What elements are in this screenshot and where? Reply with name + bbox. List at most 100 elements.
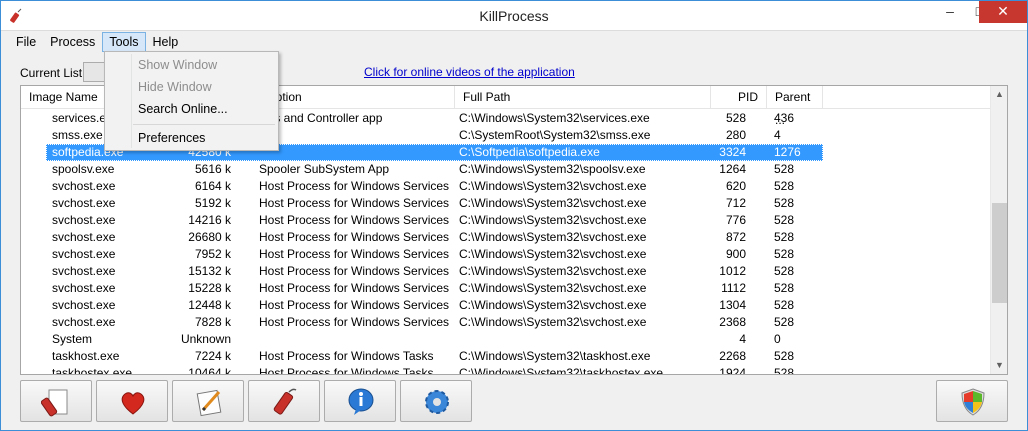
cell-parent: 528 — [774, 315, 795, 329]
cell-parent: 528 — [774, 366, 795, 375]
favorites-button[interactable] — [96, 380, 168, 422]
cell-pid: 4 — [739, 332, 746, 346]
cell-full-path: C:\Windows\System32\svchost.exe — [459, 230, 647, 244]
kill-button[interactable] — [248, 380, 320, 422]
menu-item-preferences[interactable]: Preferences — [138, 131, 205, 145]
scroll-thumb[interactable] — [992, 203, 1007, 303]
table-row[interactable]: svchost.exe 6164 k Host Process for Window… — [21, 178, 991, 195]
cell-memory: Unknown — [180, 332, 231, 346]
tools-menu-dropdown: Show Window Hide Window Search Online...… — [104, 51, 279, 151]
menu-tools[interactable]: Tools — [102, 32, 146, 52]
edit-list-button[interactable] — [172, 380, 244, 422]
cell-description: Host Process for Windows Services — [259, 298, 450, 312]
gear-icon — [425, 390, 449, 414]
menu-separator — [133, 124, 275, 125]
admin-button[interactable] — [936, 380, 1008, 422]
settings-button[interactable] — [400, 380, 472, 422]
table-row[interactable]: svchost.exe 15132 k Host Process for Windo… — [21, 263, 991, 280]
cell-description: Host Process for Windows Services — [259, 264, 450, 278]
cell-pid: 2268 — [719, 349, 746, 363]
cell-description: Host Process for Windows Services — [259, 315, 450, 329]
cell-pid: 1112 — [721, 281, 746, 295]
cell-description: Host Process for Windows Tasks — [259, 349, 434, 363]
notepad-pen-icon — [196, 389, 222, 417]
cell-description: Spooler SubSystem App — [259, 162, 390, 176]
menu-process[interactable]: Process — [43, 32, 102, 52]
table-row[interactable]: taskhostex.exe 10464 k Host Process for Wi… — [21, 365, 991, 375]
menu-help[interactable]: Help — [146, 32, 186, 52]
cell-pid: 620 — [725, 179, 746, 193]
table-row[interactable]: svchost.exe 12448 k Host Process for Windo… — [21, 297, 991, 314]
heart-icon — [121, 392, 145, 415]
online-videos-link[interactable]: Click for online videos of the applicati… — [364, 65, 575, 79]
cell-full-path: C:\Windows\System32\svchost.exe — [459, 264, 647, 278]
cell-full-path: C:\Windows\System32\svchost.exe — [459, 179, 647, 193]
cell-memory: 5192 k — [194, 196, 231, 210]
table-row[interactable]: svchost.exe 7952 k Host Process for Window… — [21, 246, 991, 263]
cell-description: Host Process for Windows Services — [259, 281, 450, 295]
scroll-up-button[interactable]: ▲ — [991, 86, 1007, 103]
current-list-label: Current List: — [20, 66, 86, 80]
cell-pid: 1924 — [719, 366, 746, 375]
cell-description: Host Process for Windows Tasks — [259, 366, 434, 375]
cell-full-path: C:\SystemRoot\System32\smss.exe — [459, 128, 651, 142]
cell-memory: 10464 k — [188, 366, 231, 375]
column-full-path[interactable]: Full Path — [455, 86, 711, 109]
cell-full-path: C:\Windows\System32\svchost.exe — [459, 315, 647, 329]
cell-full-path: C:\Windows\System32\svchost.exe — [459, 298, 647, 312]
column-parent[interactable]: Parent ... — [767, 86, 823, 127]
cell-description: Host Process for Windows Services — [259, 179, 450, 193]
cell-pid: 900 — [725, 247, 746, 261]
cell-pid: 1304 — [719, 298, 746, 312]
cell-parent: 528 — [774, 230, 795, 244]
cell-full-path: C:\Windows\System32\services.exe — [459, 111, 650, 125]
minimize-button[interactable]: – — [935, 1, 965, 23]
cell-full-path: C:\Windows\System32\svchost.exe — [459, 213, 647, 227]
info-icon — [348, 388, 374, 415]
cell-pid: 872 — [725, 230, 746, 244]
cell-full-path: C:\Windows\System32\taskhostex.exe — [459, 366, 664, 375]
cell-parent: 528 — [774, 247, 795, 261]
cell-full-path: C:\Windows\System32\spoolsv.exe — [459, 162, 646, 176]
cell-parent: 1276 — [774, 145, 801, 159]
cell-description: Host Process for Windows Services — [259, 196, 450, 210]
dynamite-icon — [273, 388, 297, 415]
shield-icon — [961, 388, 985, 416]
cell-parent: 528 — [774, 349, 795, 363]
about-button[interactable] — [324, 380, 396, 422]
table-row[interactable]: taskhost.exe 7224 k Host Process for Windo… — [21, 348, 991, 365]
close-button[interactable]: ✕ — [979, 1, 1027, 23]
menu-item-search-online[interactable]: Search Online... — [138, 102, 228, 116]
cell-memory: 26680 k — [188, 230, 231, 244]
menu-gutter — [131, 54, 132, 148]
cell-parent: 528 — [774, 264, 795, 278]
cell-pid: 528 — [725, 111, 746, 125]
kill-process-button[interactable] — [20, 380, 92, 422]
scroll-down-button[interactable]: ▼ — [991, 357, 1007, 374]
cell-parent: 4 — [774, 128, 781, 142]
cell-description: Host Process for Windows Services — [259, 213, 450, 227]
vertical-scrollbar[interactable]: ▲ ▼ — [990, 86, 1007, 374]
cell-memory: 7224 k — [194, 349, 231, 363]
table-row[interactable]: svchost.exe 7828 k Host Process for Window… — [21, 314, 991, 331]
menu-file[interactable]: File — [9, 32, 43, 52]
table-row[interactable]: svchost.exe 15228 k Host Process for Windo… — [21, 280, 991, 297]
column-description[interactable]: cription — [255, 86, 455, 109]
cell-pid: 280 — [725, 128, 746, 142]
column-pid[interactable]: PID — [711, 86, 767, 109]
cell-description: Host Process for Windows Services — [259, 247, 450, 261]
title-bar: KillProcess – □ ✕ — [1, 1, 1027, 31]
table-row[interactable]: System Unknown 4 0 — [21, 331, 991, 348]
table-row[interactable]: svchost.exe 26680 k Host Process for Windo… — [21, 229, 991, 246]
table-row[interactable]: svchost.exe 5192 k Host Process for Window… — [21, 195, 991, 212]
cell-pid: 712 — [725, 196, 746, 210]
cell-full-path: C:\Windows\System32\svchost.exe — [459, 247, 647, 261]
table-row[interactable]: svchost.exe 14216 k Host Process for Windo… — [21, 212, 991, 229]
table-row[interactable]: spoolsv.exe 5616 k Spooler SubSystem App C:… — [21, 161, 991, 178]
cell-parent: 436 — [774, 111, 795, 125]
cell-full-path: C:\Windows\System32\taskhost.exe — [459, 349, 651, 363]
cell-memory: 5616 k — [194, 162, 231, 176]
cell-description: Host Process for Windows Services — [259, 230, 450, 244]
dynamite-doc-icon — [41, 389, 68, 417]
cell-full-path: C:\Windows\System32\svchost.exe — [459, 196, 647, 210]
